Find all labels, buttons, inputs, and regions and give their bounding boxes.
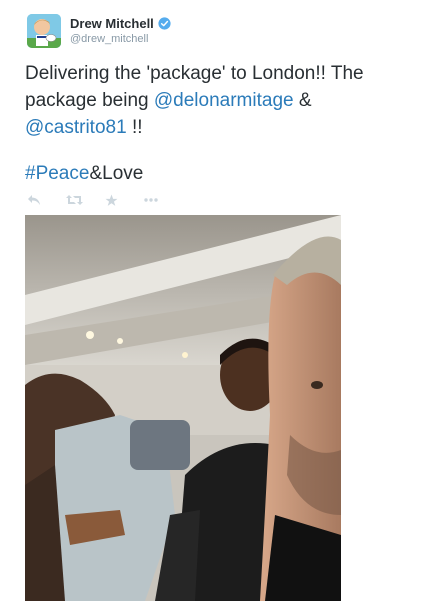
tweet-text-part: !! (126, 117, 143, 138)
avatar[interactable] (27, 14, 61, 48)
mention-link-castrito81[interactable]: @castrito81 (25, 117, 127, 138)
tweet-text: Delivering the 'package' to London!! The… (25, 60, 405, 141)
more-icon (144, 198, 158, 202)
cartoon-avatar-icon (27, 14, 61, 48)
hashtag-tail: &Love (89, 163, 144, 184)
airplane-cabin-selfie-image[interactable] (25, 215, 341, 601)
tweet-text-part: & (293, 90, 312, 111)
tweet-photo (25, 215, 341, 601)
mention-link-delonarmitage[interactable]: @delonarmitage (154, 90, 294, 111)
retweet-button[interactable] (66, 191, 105, 209)
user-handle[interactable]: @drew_mitchell (70, 33, 148, 45)
reply-icon (28, 195, 40, 205)
tweet-actions (27, 191, 183, 209)
retweet-icon (66, 195, 83, 205)
reply-button[interactable] (27, 191, 66, 209)
favorite-button[interactable] (105, 191, 144, 209)
hashtag-line: #Peace&Love (25, 162, 143, 186)
user-name[interactable]: Drew Mitchell (70, 16, 154, 31)
verified-badge-icon (158, 17, 171, 30)
hashtag-link[interactable]: #Peace (25, 163, 89, 184)
user-name-row: Drew Mitchell (70, 16, 171, 31)
more-button[interactable] (144, 191, 183, 209)
favorite-star-icon (105, 194, 118, 206)
